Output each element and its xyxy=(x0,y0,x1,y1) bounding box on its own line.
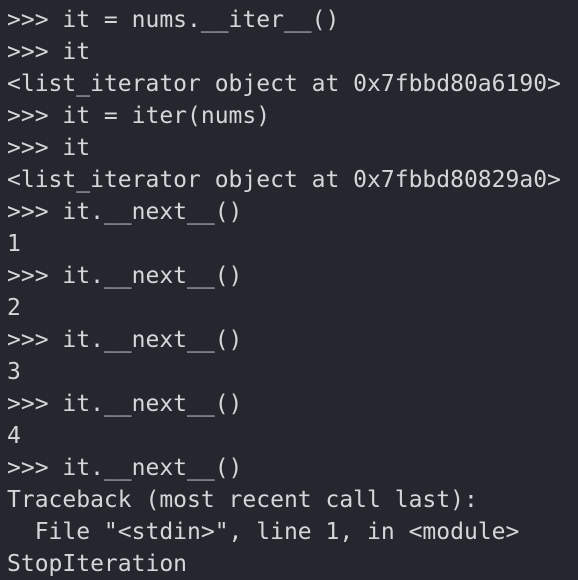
prompt: >>> xyxy=(7,199,63,225)
terminal-line: >>> it xyxy=(7,36,578,68)
terminal-line: >>> it.__next__() xyxy=(7,388,578,420)
line-text: StopIteration xyxy=(7,551,188,577)
terminal-line: >>> it xyxy=(7,132,578,164)
line-text: it.__next__() xyxy=(62,263,243,289)
line-text: it.__next__() xyxy=(62,199,243,225)
terminal-window[interactable]: >>> it = nums.__iter__() >>> it <list_it… xyxy=(0,0,578,577)
prompt: >>> xyxy=(7,327,63,353)
prompt: >>> xyxy=(7,391,63,417)
prompt: >>> xyxy=(7,455,63,481)
terminal-line: File "<stdin>", line 1, in <module> xyxy=(7,516,578,548)
terminal-line: 3 xyxy=(7,356,578,388)
prompt: >>> xyxy=(7,135,63,161)
line-text: 2 xyxy=(7,295,21,321)
terminal-line: >>> it = iter(nums) xyxy=(7,100,578,132)
prompt: >>> xyxy=(7,7,63,33)
line-text: it xyxy=(62,135,91,161)
line-text: 4 xyxy=(7,423,21,449)
line-text: it.__next__() xyxy=(62,327,243,353)
terminal-line: StopIteration xyxy=(7,548,578,580)
prompt: >>> xyxy=(7,39,63,65)
prompt: >>> xyxy=(7,263,63,289)
terminal-line: >>> it.__next__() xyxy=(7,260,578,292)
terminal-line: >>> it = nums.__iter__() xyxy=(7,4,578,36)
terminal-line: <list_iterator object at 0x7fbbd80829a0> xyxy=(7,164,578,196)
terminal-line: 4 xyxy=(7,420,578,452)
line-text: 1 xyxy=(7,231,21,257)
line-text: <list_iterator object at 0x7fbbd80829a0> xyxy=(7,167,561,193)
line-text: 3 xyxy=(7,359,21,385)
line-text: Traceback (most recent call last): xyxy=(7,487,478,513)
terminal-line: 2 xyxy=(7,292,578,324)
line-text: File "<stdin>", line 1, in <module> xyxy=(7,519,520,545)
terminal-line: 1 xyxy=(7,228,578,260)
line-text: it = iter(nums) xyxy=(62,103,271,129)
line-text: it.__next__() xyxy=(62,391,243,417)
terminal-line: >>> it.__next__() xyxy=(7,324,578,356)
line-text: <list_iterator object at 0x7fbbd80a6190> xyxy=(7,71,561,97)
line-text: it xyxy=(62,39,91,65)
line-text: it.__next__() xyxy=(62,455,243,481)
prompt: >>> xyxy=(7,103,63,129)
terminal-line: <list_iterator object at 0x7fbbd80a6190> xyxy=(7,68,578,100)
terminal-line: >>> it.__next__() xyxy=(7,196,578,228)
terminal-line: Traceback (most recent call last): xyxy=(7,484,578,516)
line-text: it = nums.__iter__() xyxy=(62,7,340,33)
terminal-line: >>> it.__next__() xyxy=(7,452,578,484)
